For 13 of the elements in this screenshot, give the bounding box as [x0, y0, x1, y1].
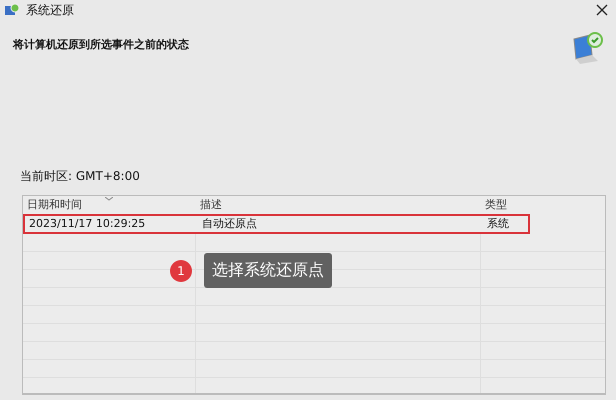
table-cell-text: 自动还原点 — [201, 216, 258, 232]
header-text: 将计算机还原到所选事件之前的状态 — [13, 37, 189, 52]
restore-point-row[interactable]: 2023/11/17 10:29:25 自动还原点 系统 — [23, 214, 530, 234]
close-icon[interactable] — [596, 4, 608, 16]
table-cell-text: 系统 — [486, 216, 510, 232]
column-header[interactable]: 类型 — [481, 196, 605, 214]
timezone-label: 当前时区: GMT+8:00 — [20, 168, 141, 184]
column-header[interactable]: 描述 — [196, 196, 481, 214]
tooltip: 选择系统还原点 — [204, 253, 332, 288]
sort-caret-icon — [105, 197, 113, 201]
table-cell-text: 2023/11/17 10:29:25 — [28, 216, 146, 232]
window-title: 系统还原 — [26, 2, 74, 18]
column-header[interactable]: 日期和时间 — [23, 196, 196, 214]
